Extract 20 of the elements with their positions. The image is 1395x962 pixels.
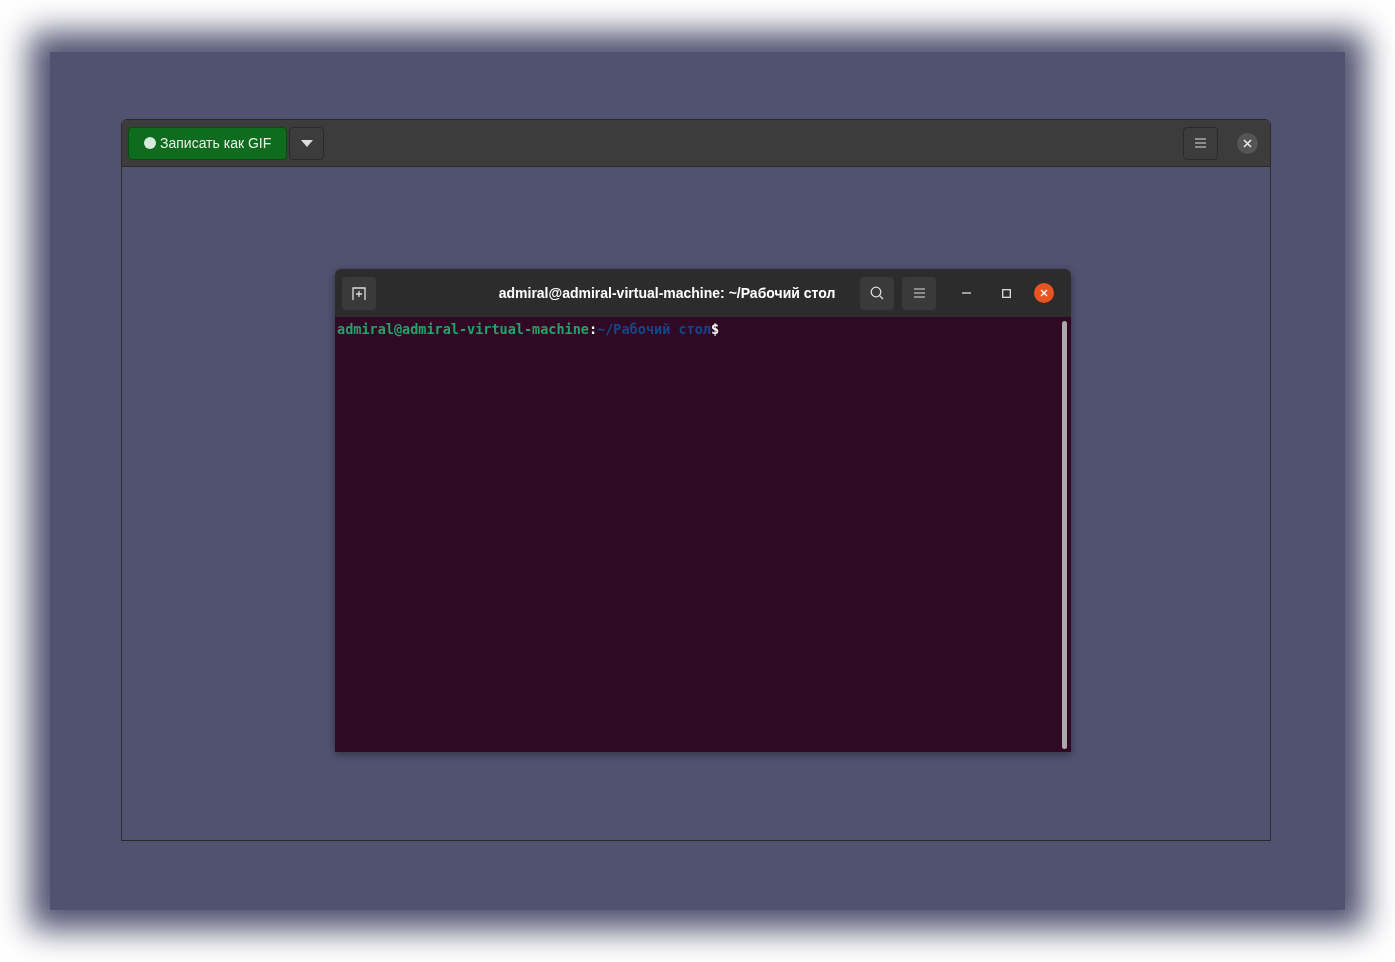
menu-icon — [1195, 138, 1206, 148]
close-button[interactable] — [1034, 283, 1054, 303]
menu-button[interactable] — [1183, 126, 1218, 160]
menu-icon — [913, 288, 925, 298]
record-button[interactable]: Записать как GIF — [128, 126, 288, 160]
close-icon — [1243, 138, 1252, 148]
minimize-icon — [961, 292, 971, 294]
new-tab-button[interactable] — [342, 276, 376, 310]
dropdown-button[interactable] — [289, 126, 325, 160]
close-button[interactable] — [1237, 132, 1258, 154]
window-title: admiral@admiral-virtual-machine: ~/Рабочий стол — [497, 283, 837, 303]
maximize-icon — [1001, 288, 1011, 298]
search-button[interactable] — [860, 276, 894, 310]
menu-button[interactable] — [902, 276, 936, 310]
search-icon — [870, 286, 884, 300]
caret-icon — [300, 139, 313, 147]
close-icon — [1040, 289, 1048, 297]
prompt-line: admiral@admiral-virtual-machine:~/Рабочий стол$ — [337, 320, 721, 337]
record-dot-icon — [144, 137, 156, 149]
new-tab-icon — [352, 286, 366, 300]
